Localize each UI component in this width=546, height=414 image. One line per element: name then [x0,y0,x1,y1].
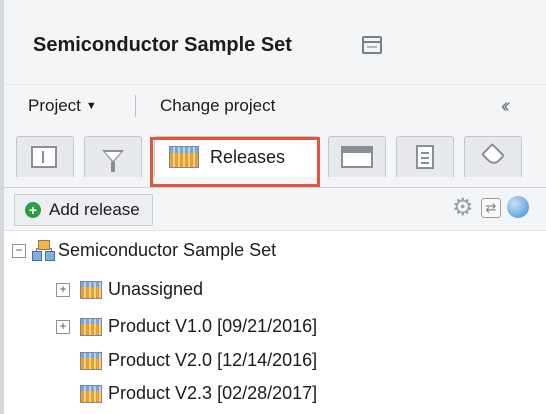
tab-filter[interactable] [84,136,142,177]
swap-icon[interactable]: ⇄ [481,198,501,218]
collapse-toggle-icon[interactable]: − [12,244,26,258]
panel-title-bar: Semiconductor Sample Set [4,0,546,84]
release-icon [80,281,102,299]
tag-icon [480,142,506,168]
tab-window[interactable] [328,136,386,177]
project-menu-label: Project [28,96,81,115]
add-release-label: Add release [49,200,140,219]
tab-highlight-box [150,137,320,187]
document-icon [416,145,434,169]
help-icon[interactable] [507,196,529,218]
release-icon [80,352,102,370]
release-tree: − Semiconductor Sample Set + Unassigned … [4,231,546,414]
change-project-link[interactable]: Change project [160,96,275,116]
list-icon [31,146,57,168]
tree-item-label: Unassigned [108,279,204,299]
expand-toggle-icon[interactable]: + [56,320,70,334]
tree-item-row[interactable]: + Unassigned [4,275,544,305]
tab-tag[interactable] [464,136,522,177]
releases-toolbar: + Add release ⚙ ⇄ [4,188,546,231]
release-icon [80,318,102,336]
tree-item-label: Product V1.0 [09/21/2016] [108,316,318,336]
release-icon [80,385,102,403]
project-menu-button[interactable]: Project ▼ [28,96,97,116]
add-release-button[interactable]: + Add release [14,194,153,226]
tree-root-label: Semiconductor Sample Set [58,240,277,260]
tab-document[interactable] [396,136,454,177]
tree-item-row[interactable]: Product V2.0 [12/14/2016] [4,346,544,376]
tree-item-label: Product V2.3 [02/28/2017] [108,383,318,403]
tab-strip: Releases [4,128,546,188]
page-title: Semiconductor Sample Set [33,34,292,56]
project-bar: Project ▼ Change project ‹‹ [4,84,546,129]
layout-icon[interactable] [362,36,382,54]
window-icon [341,146,373,168]
double-chevron-left-icon[interactable]: ‹‹ [501,95,511,118]
tab-tree-view[interactable] [16,136,74,177]
tree-item-row[interactable]: + Product V1.0 [09/21/2016] [4,312,544,342]
filter-icon [102,150,124,172]
tree-root-row[interactable]: − Semiconductor Sample Set [4,236,544,266]
expand-toggle-icon[interactable]: + [56,283,70,297]
separator [135,95,136,117]
caret-down-icon: ▼ [85,100,97,112]
gear-icon[interactable]: ⚙ [452,196,474,220]
tree-item-row[interactable]: Product V2.3 [02/28/2017] [4,379,544,409]
project-icon [32,240,55,261]
plus-circle-icon: + [25,202,41,218]
tree-item-label: Product V2.0 [12/14/2016] [108,350,318,370]
